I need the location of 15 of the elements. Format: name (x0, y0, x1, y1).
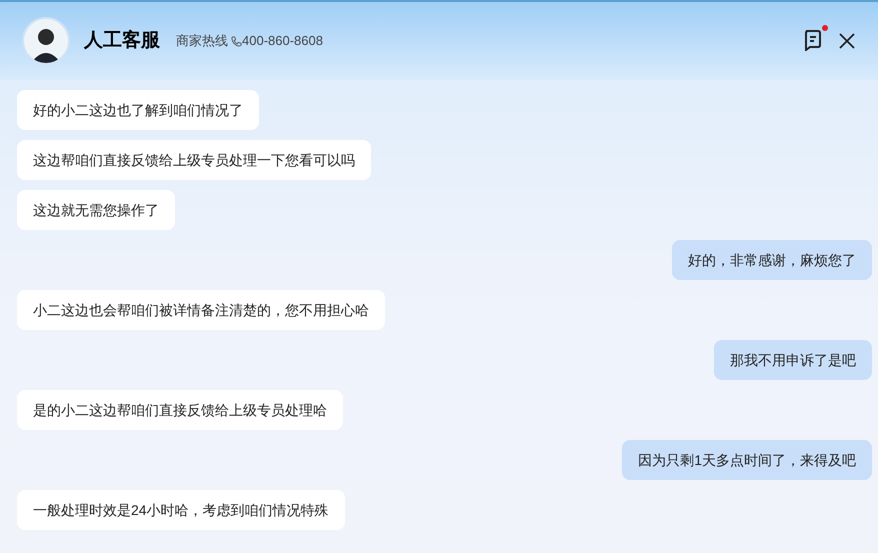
agent-title: 人工客服 (84, 28, 160, 53)
sent-message-bubble: 因为只剩1天多点时间了，来得及吧 (622, 440, 872, 480)
received-message-bubble: 这边就无需您操作了 (17, 190, 175, 230)
received-message-bubble: 这边帮咱们直接反馈给上级专员处理一下您看可以吗 (17, 140, 371, 180)
document-icon (802, 29, 822, 51)
hotline-label: 商家热线 (176, 32, 228, 50)
received-message-bubble: 是的小二这边帮咱们直接反馈给上级专员处理哈 (17, 390, 343, 430)
received-message-bubble: 一般处理时效是24小时哈，考虑到咱们情况特殊 (17, 490, 345, 530)
received-message-bubble: 小二这边也会帮咱们被详情备注清楚的，您不用担心哈 (17, 290, 385, 330)
received-message-bubble: 好的小二这边也了解到咱们情况了 (17, 90, 259, 130)
close-icon[interactable] (838, 32, 856, 50)
hotline-number: 400-860-8608 (242, 32, 323, 50)
sent-message-bubble: 那我不用申诉了是吧 (714, 340, 872, 380)
sent-message-bubble: 好的，非常感谢，麻烦您了 (672, 240, 872, 280)
phone-icon (231, 36, 242, 46)
